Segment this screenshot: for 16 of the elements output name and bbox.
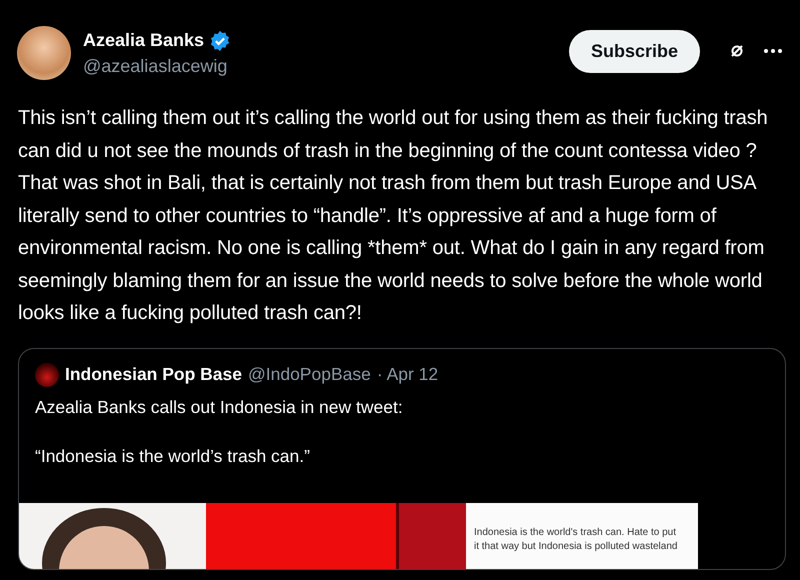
post-text: This isn’t calling them out it’s calling the world out for using them as their fucking trash can did u not see the mounds of trash in the beginning of the count contessa video ? That was shot in Bali, that is certainly not trash from them but trash Europe and USA literally send to other countries to “handle”. It’s oppressive af and a huge form of environmental racism. No one is calling *them* out. What do I gain in any regard from seemingly blaming them for an issue the world needs to solve before the whole world looks like a fucking polluted trash can?! xyxy=(18,106,769,326)
avatar[interactable] xyxy=(17,26,71,80)
author-handle[interactable]: @azealiaslacewig xyxy=(83,56,557,76)
slashed-circle-icon[interactable] xyxy=(730,44,744,58)
quoted-author-name[interactable]: Indonesian Pop Base xyxy=(65,364,242,385)
more-icon[interactable] xyxy=(764,49,782,53)
quoted-author-handle[interactable]: @IndoPopBase xyxy=(248,364,371,385)
quoted-text: “Indonesia is the world’s trash can.” xyxy=(35,446,311,466)
screenshot-text: it that way but Indonesia is polluted wasteland xyxy=(474,540,678,552)
quoted-avatar[interactable] xyxy=(35,362,59,386)
subscribe-button[interactable]: Subscribe xyxy=(568,30,700,72)
author-name[interactable]: Azealia Banks xyxy=(83,30,204,51)
quoted-post-card[interactable] xyxy=(18,348,786,570)
screenshot-text: Indonesia is the world's trash can. Hate to put xyxy=(474,526,678,538)
post-date[interactable]: · Apr 12 xyxy=(376,364,438,385)
quoted-text: Azealia Banks calls out Indonesia in new tweet: xyxy=(35,396,404,418)
